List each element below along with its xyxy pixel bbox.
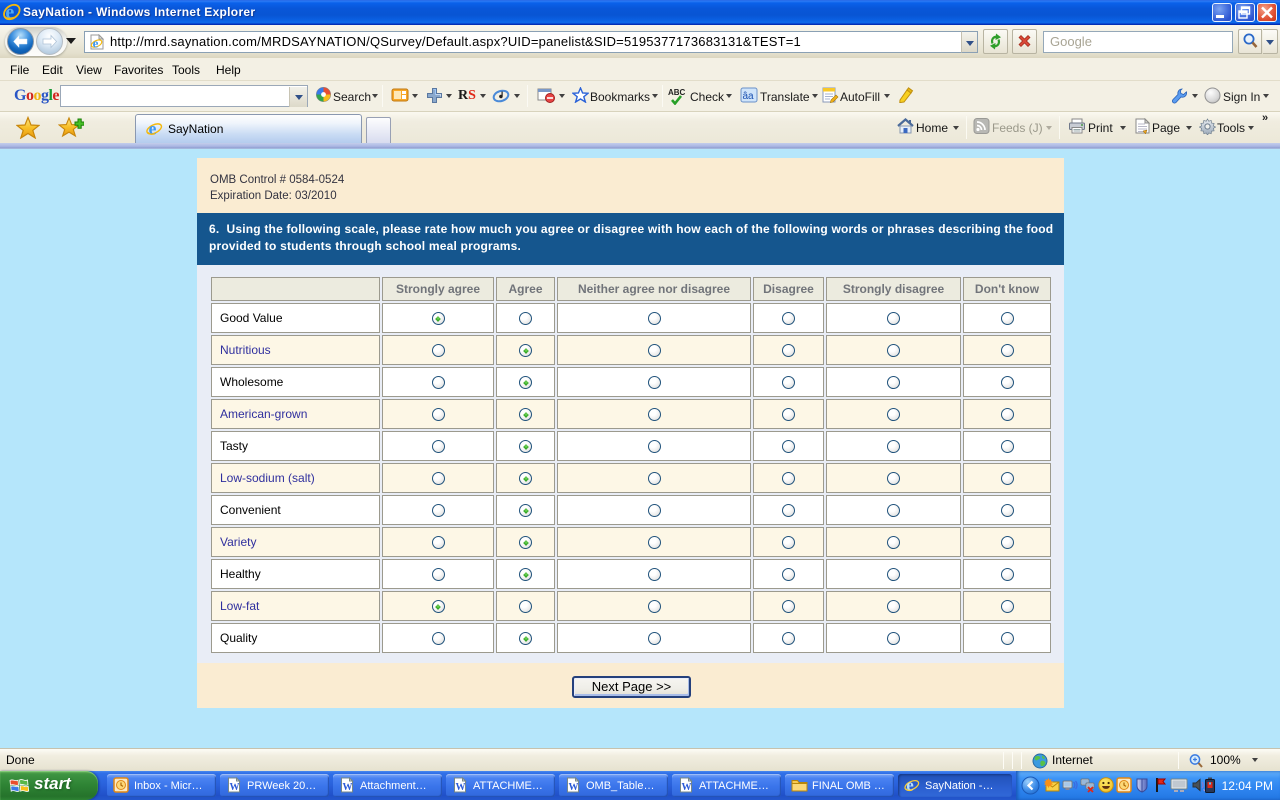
svg-text:ABC: ABC [668,88,686,97]
svg-text:âa: âa [743,91,755,102]
svg-text:e: e [93,35,99,50]
svg-text:W: W [456,782,466,793]
svg-text:W: W [343,782,353,793]
svg-text:W: W [230,782,240,793]
svg-text:W: W [569,782,579,793]
svg-text:W: W [682,782,692,793]
